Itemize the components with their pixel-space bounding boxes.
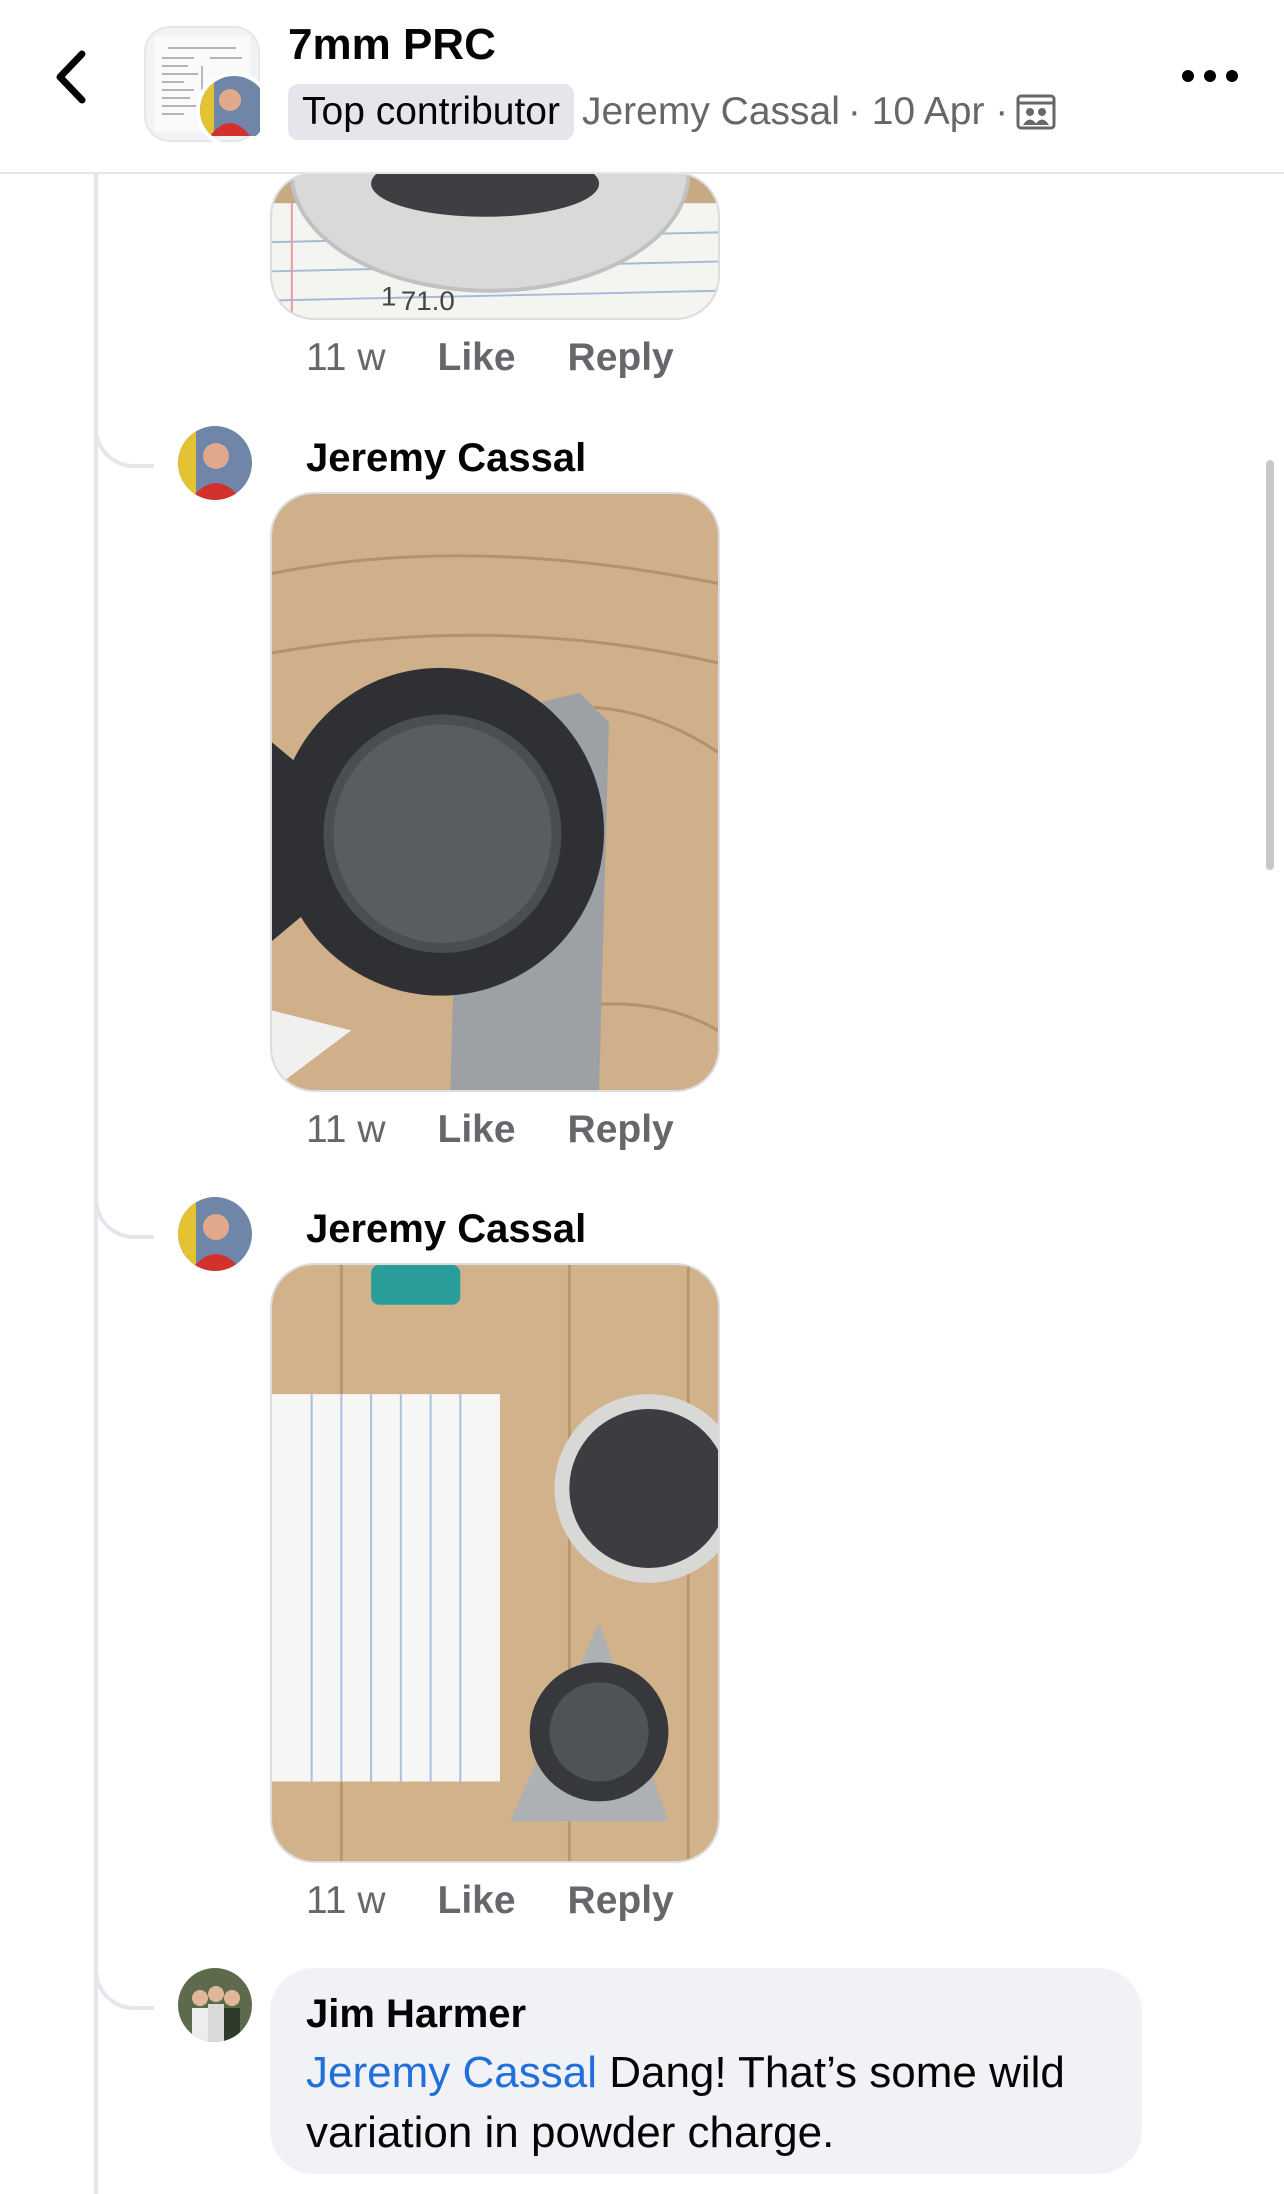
- comment-author[interactable]: Jeremy Cassal: [306, 436, 586, 481]
- photo-load-notes: [272, 1265, 718, 1861]
- thread-branch: [94, 1191, 154, 1239]
- scrollbar[interactable]: [1266, 460, 1274, 870]
- photo-powder-scale: 1 71.0: [272, 174, 718, 318]
- svg-text:71.0: 71.0: [401, 285, 455, 316]
- avatar[interactable]: [178, 426, 252, 500]
- thread-branch: [94, 1962, 154, 2010]
- post-author[interactable]: Jeremy Cassal: [582, 90, 840, 134]
- like-button[interactable]: Like: [438, 1108, 516, 1152]
- more-options-button[interactable]: [1182, 56, 1238, 96]
- thread-branch: [94, 420, 154, 468]
- reply-button[interactable]: Reply: [568, 1879, 674, 1923]
- comment-time: 11 w: [306, 1108, 386, 1151]
- comment-author[interactable]: Jeremy Cassal: [306, 1207, 586, 1252]
- avatar[interactable]: [178, 1197, 252, 1271]
- post-date: · 10 Apr ·: [847, 90, 1009, 133]
- chevron-left-icon: [56, 50, 86, 104]
- comment-actions: 11 w Like Reply: [306, 1108, 674, 1152]
- comment-time: 11 w: [306, 336, 386, 379]
- thread-line: [94, 172, 98, 2194]
- comment-photo[interactable]: [270, 1263, 720, 1863]
- comment-time: 11 w: [306, 1879, 386, 1922]
- avatar[interactable]: [178, 1968, 252, 2042]
- more-dot-icon: [1226, 70, 1238, 82]
- comment-photo[interactable]: 1 71.0: [270, 172, 720, 320]
- members-group-icon: [1016, 94, 1056, 130]
- mention-link[interactable]: Jeremy Cassal: [306, 2048, 597, 2097]
- post-meta: Top contributor Jeremy Cassal · 10 Apr ·: [288, 82, 1056, 142]
- like-button[interactable]: Like: [438, 336, 516, 380]
- svg-text:1: 1: [381, 281, 396, 312]
- comment-actions: 11 w Like Reply: [306, 1879, 674, 1923]
- author-avatar-mini[interactable]: [196, 72, 272, 148]
- top-contributor-badge: Top contributor: [288, 84, 574, 140]
- like-button[interactable]: Like: [438, 1879, 516, 1923]
- more-dot-icon: [1204, 70, 1216, 82]
- more-dot-icon: [1182, 70, 1194, 82]
- comment-actions: 11 w Like Reply: [306, 336, 674, 380]
- reply-button[interactable]: Reply: [568, 1108, 674, 1152]
- back-button[interactable]: [46, 42, 96, 112]
- reply-bubble: Jim Harmer Jeremy Cassal Dang! That’s so…: [270, 1968, 1142, 2174]
- reply-button[interactable]: Reply: [568, 336, 674, 380]
- post-header: 7mm PRC Top contributor Jeremy Cassal · …: [0, 0, 1284, 174]
- reply-author[interactable]: Jim Harmer: [306, 1992, 1106, 2037]
- photo-powder-pan: [272, 494, 718, 1090]
- comment-photo[interactable]: [270, 492, 720, 1092]
- reply-text: Jeremy Cassal Dang! That’s some wild var…: [306, 2043, 1106, 2163]
- group-name[interactable]: 7mm PRC: [288, 20, 496, 70]
